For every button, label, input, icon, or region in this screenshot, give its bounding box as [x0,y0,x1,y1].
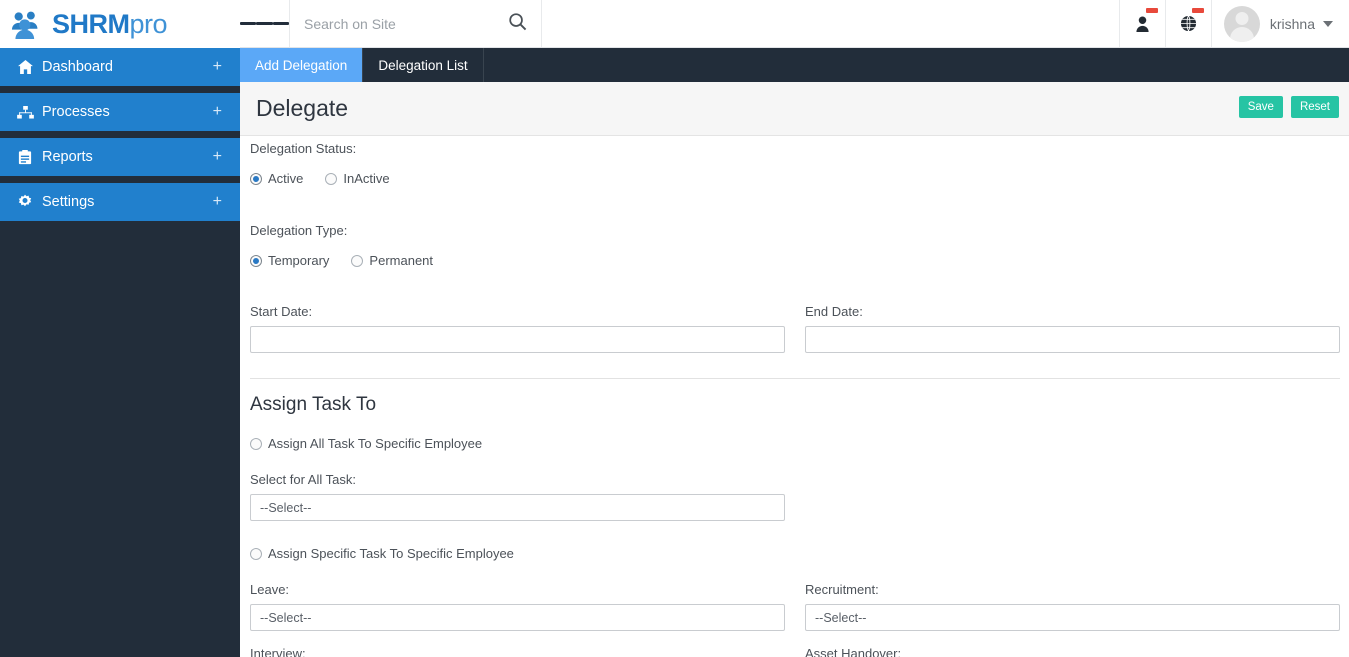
sidebar-item-processes[interactable]: Processes + [0,93,240,131]
radio-option-temporary[interactable]: Temporary [250,253,329,268]
start-date-label: Start Date: [250,304,313,319]
sidebar-item-reports[interactable]: Reports + [0,138,240,176]
search-icon[interactable] [508,12,527,36]
sidebar-expander-icon[interactable]: + [213,59,222,75]
sidebar-item-label: Dashboard [42,59,113,75]
leave-dropdown[interactable] [250,604,785,631]
radio-option-assign-specific[interactable]: Assign Specific Task To Specific Employe… [250,546,514,561]
brand-name-secondary: pro [129,8,168,39]
leave-field: Leave: [250,582,785,631]
search-box[interactable] [290,0,542,47]
user-icon [1136,16,1149,32]
section-divider [250,378,1340,379]
brand-name: SHRMpro [52,8,168,39]
radio-label: Active [268,171,304,186]
people-group-icon [11,11,38,39]
hamburger-icon[interactable] [240,0,290,47]
select-all-task-field: Select for All Task: [250,472,785,521]
chevron-down-icon[interactable] [1323,20,1333,27]
radio-indicator[interactable] [250,254,262,267]
sidebar: SHRMpro Dashboard + Processes + Reports … [0,0,240,657]
tab-add-delegation[interactable]: Add Delegation [240,48,364,82]
interview-field: Interview: [250,646,785,657]
sidebar-item-dashboard[interactable]: Dashboard + [0,48,240,86]
delegation-type-label: Delegation Type: [250,223,348,238]
radio-indicator[interactable] [250,547,262,560]
radio-label: Temporary [268,253,330,268]
globe-icon [1180,15,1196,32]
radio-label: Assign All Task To Specific Employee [268,436,483,451]
radio-indicator[interactable] [250,437,262,450]
radio-option-active[interactable]: Active [250,171,303,186]
sidebar-item-label: Processes [42,104,110,120]
radio-label: InActive [343,171,390,186]
radio-label: Assign Specific Task To Specific Employe… [268,546,514,561]
select-all-task-label: Select for All Task: [250,472,356,487]
page-actions: Save Reset [1238,96,1339,118]
search-input[interactable] [304,15,508,32]
assign-task-section-title: Assign Task To [250,394,377,415]
start-date-input[interactable] [250,326,785,353]
sitemap-icon [8,105,42,119]
radio-option-assign-all[interactable]: Assign All Task To Specific Employee [250,436,482,451]
reset-button[interactable]: Reset [1290,96,1339,118]
status-badge [1145,8,1158,13]
delegation-status-radio-group: Active InActive [250,171,412,186]
clipboard-icon [8,149,42,165]
sidebar-item-settings[interactable]: Settings + [0,183,240,221]
sidebar-expander-icon[interactable]: + [213,194,222,210]
avatar [1223,5,1260,42]
asset-handover-field: Asset Handover: [805,646,1340,657]
radio-indicator[interactable] [351,254,364,267]
page-title: Delegate [256,95,349,121]
radio-option-inactive[interactable]: InActive [325,171,390,186]
radio-option-permanent[interactable]: Permanent [351,253,433,268]
sidebar-expander-icon[interactable]: + [213,149,222,165]
select-all-task-dropdown[interactable] [250,494,785,521]
radio-label: Permanent [369,253,434,268]
header-actions: krishna [1118,0,1349,47]
end-date-input[interactable] [805,326,1340,353]
end-date-field: End Date: [805,304,1340,353]
brand-logo[interactable]: SHRMpro [0,0,240,48]
user-name-label: krishna [1269,15,1315,32]
status-badge [1191,8,1204,13]
radio-indicator[interactable] [325,172,338,185]
sidebar-expander-icon[interactable]: + [213,104,222,120]
leave-label: Leave: [250,582,290,597]
recruitment-label: Recruitment: [805,582,879,597]
user-menu[interactable]: krishna [1210,0,1349,47]
save-button[interactable]: Save [1238,96,1283,118]
global-alerts-button[interactable] [1164,0,1211,47]
page-title-bar: Delegate Save Reset [240,82,1349,136]
tab-bar: Add Delegation Delegation List [240,48,1349,82]
brand-name-primary: SHRM [52,8,130,39]
interview-label: Interview: [250,646,306,657]
recruitment-field: Recruitment: [805,582,1340,631]
top-header: krishna [240,0,1349,48]
start-date-field: Start Date: [250,304,785,353]
tab-delegation-list[interactable]: Delegation List [363,48,484,82]
sidebar-item-label: Reports [42,149,93,165]
asset-handover-label: Asset Handover: [805,646,902,657]
end-date-label: End Date: [805,304,863,319]
radio-indicator[interactable] [250,172,262,185]
delegation-form: Delegation Status: Active InActive Deleg… [240,136,1349,657]
delegation-type-radio-group: Temporary Permanent [250,253,455,268]
gear-icon [8,194,42,210]
home-icon [8,60,42,74]
recruitment-dropdown[interactable] [805,604,1340,631]
delegation-status-label: Delegation Status: [250,141,357,156]
sidebar-item-label: Settings [42,194,95,210]
user-alerts-button[interactable] [1118,0,1165,47]
